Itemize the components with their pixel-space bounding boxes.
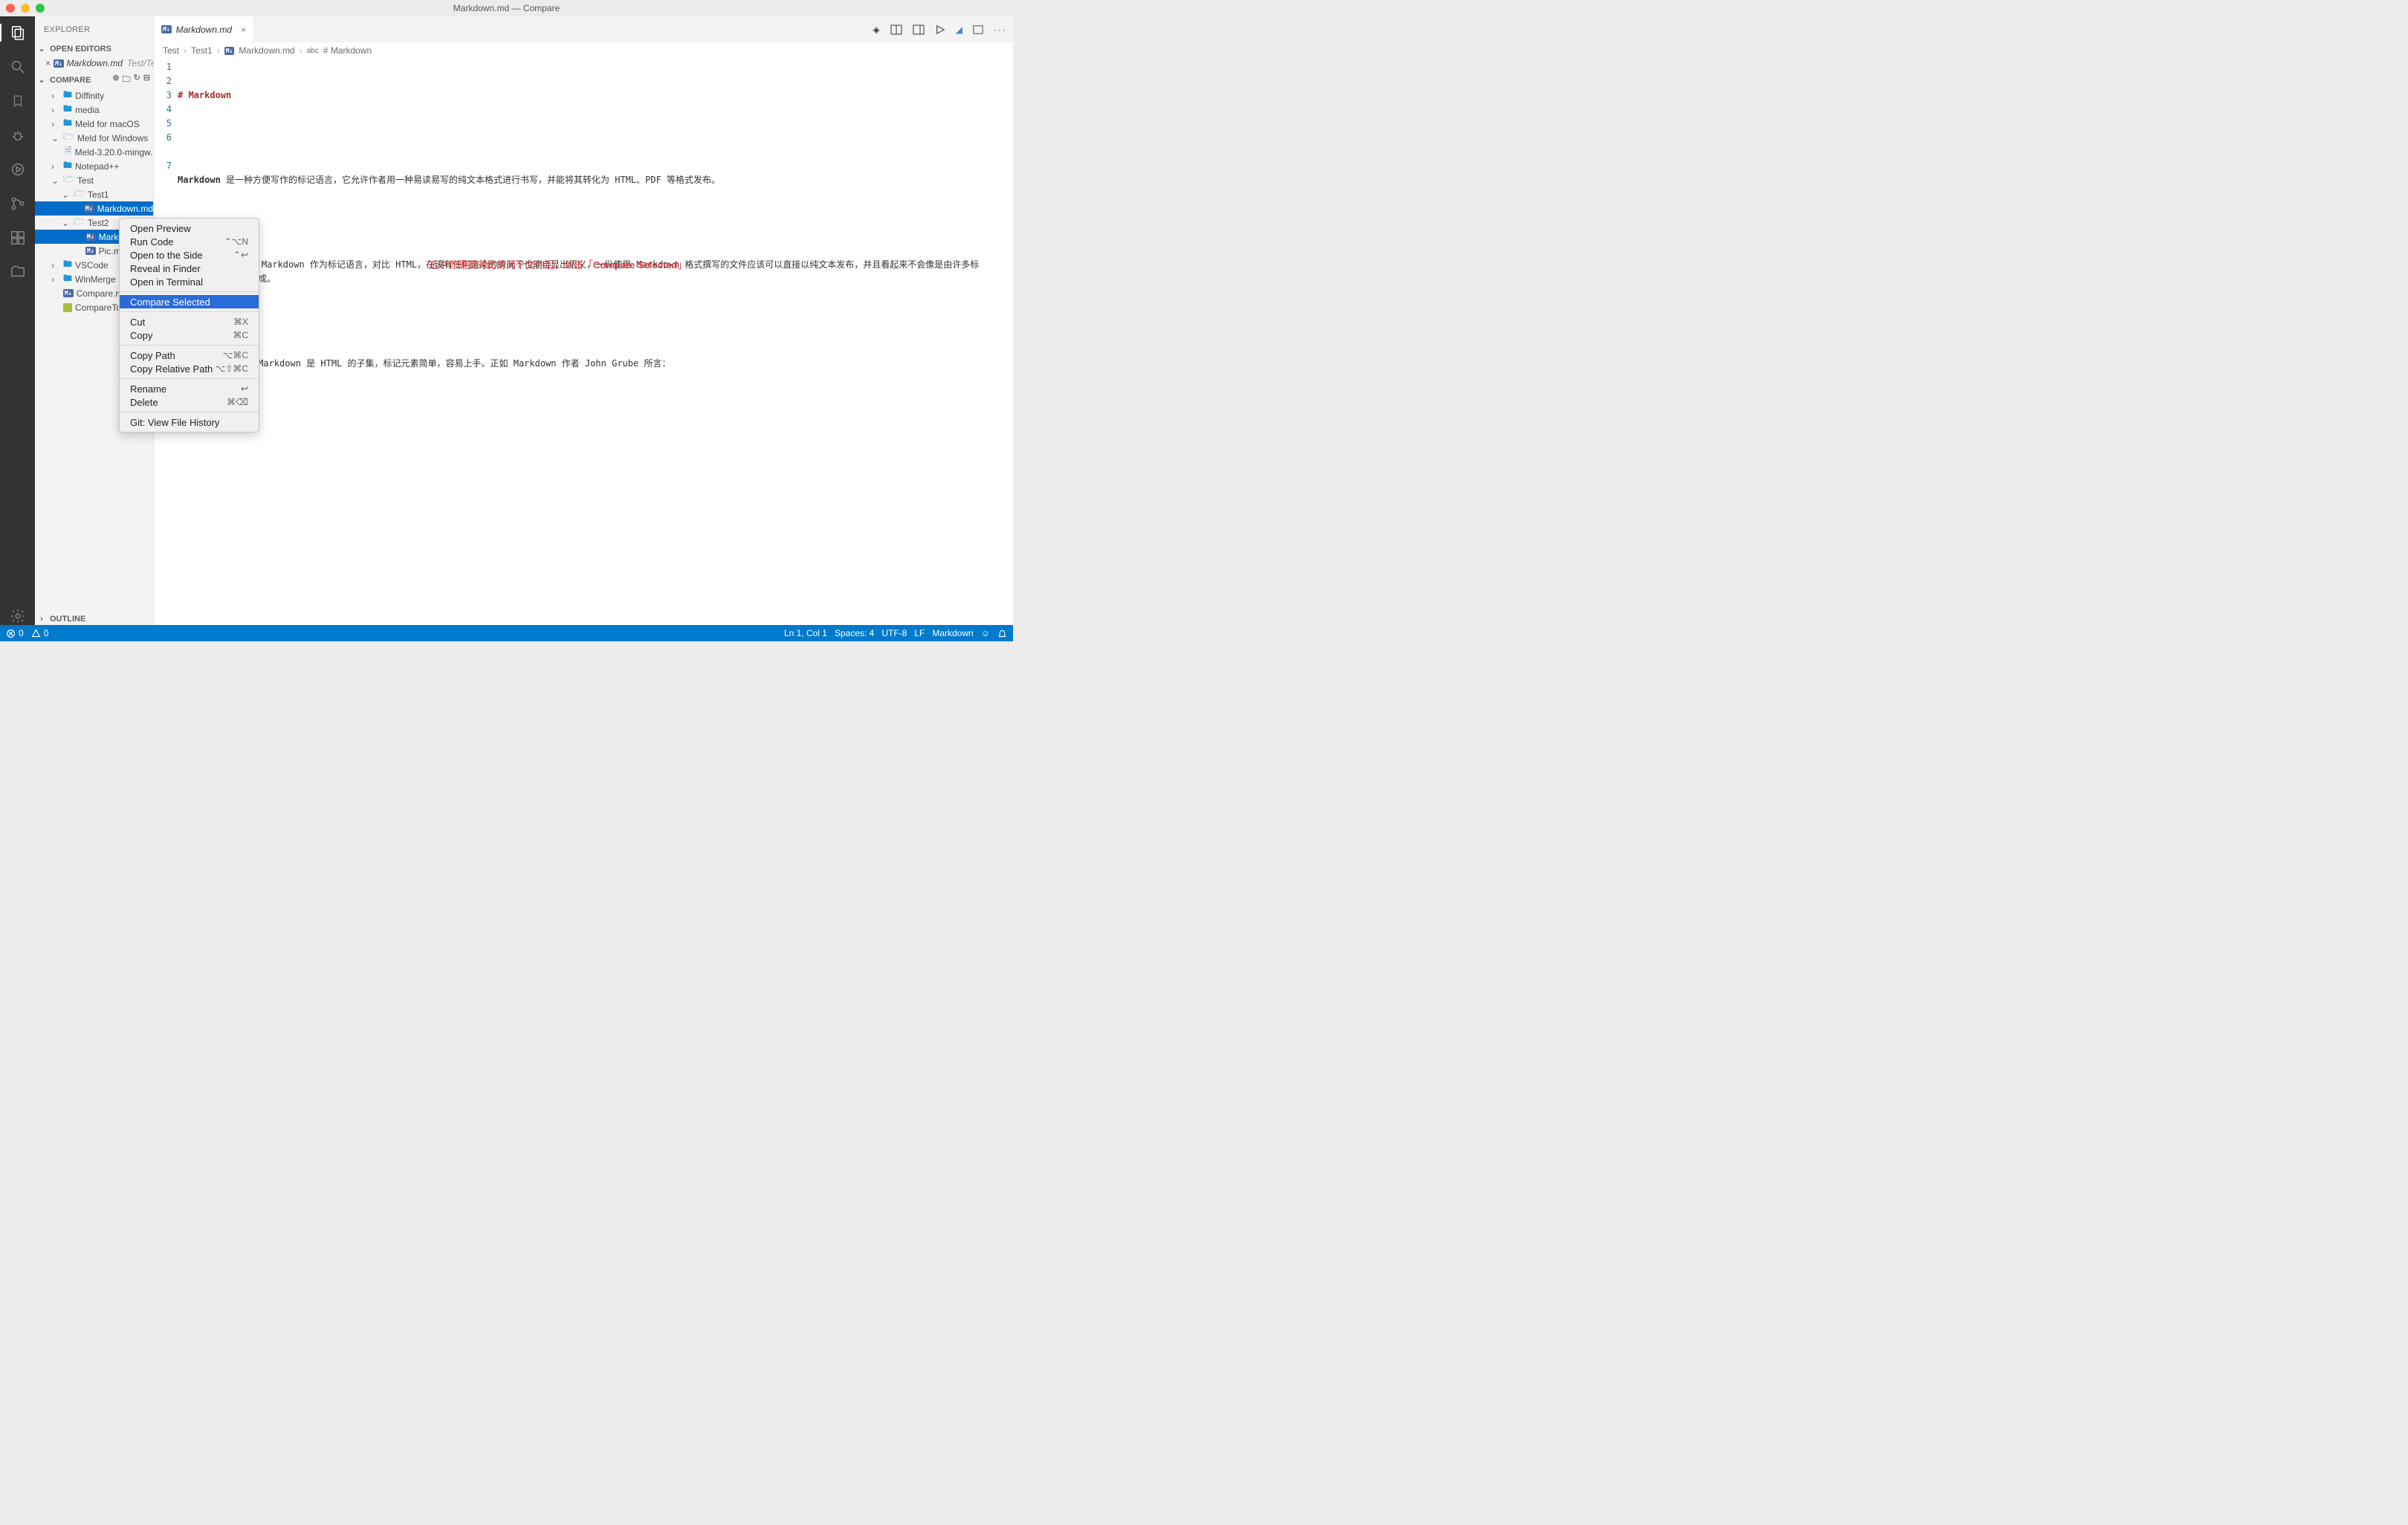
tree-file[interactable]: 🗎Meld-3.20.0-mingw.... (35, 145, 153, 159)
status-encoding[interactable]: UTF-8 (881, 628, 907, 638)
hologram-icon[interactable]: ◢ (956, 25, 962, 35)
folder-icon: 🖿 (63, 88, 72, 103)
ctx-open-to-side[interactable]: Open to the Side⌃↩ (120, 248, 259, 262)
scm-view-icon[interactable] (9, 195, 27, 213)
close-icon[interactable]: × (241, 25, 246, 35)
ctx-run-code[interactable]: Run Code⌃⌥N (120, 235, 259, 248)
compare-section[interactable]: ⌄ COMPARE ⊕ 🗀 ↻ ⊟ (35, 71, 153, 88)
tree-folder[interactable]: ›🖿media (35, 103, 153, 117)
ctx-reveal-in-finder[interactable]: Reveal in Finder (120, 262, 259, 275)
outline-section[interactable]: › OUTLINE (35, 613, 153, 625)
chevron-down-icon: ⌄ (36, 44, 47, 54)
markdown-file-icon: M↓ (85, 233, 96, 241)
chevron-down-icon: ⌄ (36, 75, 47, 85)
docker-view-icon[interactable] (9, 161, 27, 178)
tree-folder[interactable]: ›🖿Diffinity (35, 88, 153, 103)
separator (120, 345, 259, 346)
tab-bar: M↓ Markdown.md × ◈ ◢ ··· (154, 16, 1013, 42)
markdown-file-icon: M↓ (224, 47, 235, 55)
folder-icon: 🖿 (63, 158, 72, 174)
markdown-file-icon: M↓ (161, 25, 172, 33)
titlebar: Markdown.md — Compare (0, 0, 1013, 16)
code-editor[interactable]: 1 2 3 4 5 6 7 # Markdown Markdown Markdo… (154, 59, 1013, 625)
file-icon: 🗎 (65, 144, 72, 160)
bookmarks-view-icon[interactable] (9, 92, 27, 110)
debug-view-icon[interactable] (9, 126, 27, 144)
markdown-file-icon: M↓ (54, 59, 64, 68)
status-errors[interactable]: 0 (6, 628, 24, 638)
window-title: Markdown.md — Compare (0, 3, 1013, 13)
extensions-view-icon[interactable] (9, 229, 27, 247)
split-editor-icon[interactable] (913, 24, 925, 36)
editor-area: M↓ Markdown.md × ◈ ◢ ··· (154, 16, 1013, 625)
separator (120, 378, 259, 379)
status-warnings[interactable]: 0 (31, 628, 49, 638)
folder-open-icon: 🗁 (63, 130, 74, 146)
folder-icon: 🖿 (63, 102, 72, 117)
folder-open-icon: 🗁 (74, 215, 85, 230)
status-eol[interactable]: LF (914, 628, 925, 638)
plist-file-icon (63, 303, 72, 312)
layout-icon[interactable] (973, 25, 983, 35)
folder-icon: 🖿 (63, 116, 72, 132)
separator (120, 291, 259, 292)
status-bar: 0 0 Ln 1, Col 1 Spaces: 4 UTF-8 LF Markd… (0, 625, 1013, 641)
activity-bar (0, 16, 35, 625)
ctx-rename[interactable]: Rename↩ (120, 382, 259, 395)
context-menu: Open Preview Run Code⌃⌥N Open to the Sid… (119, 218, 259, 433)
status-feedback-icon[interactable]: ☺ (981, 628, 990, 638)
ctx-open-preview[interactable]: Open Preview (120, 221, 259, 235)
folder-open-icon: 🗁 (74, 187, 85, 202)
ctx-open-in-terminal[interactable]: Open in Terminal (120, 275, 259, 288)
tab-active[interactable]: M↓ Markdown.md × (154, 16, 254, 42)
ctx-copy[interactable]: Copy⌘C (120, 328, 259, 342)
close-icon[interactable]: × (45, 58, 51, 68)
ctx-copy-path[interactable]: Copy Path⌥⌘C (120, 349, 259, 362)
more-icon[interactable]: ··· (994, 25, 1007, 35)
tree-folder[interactable]: ⌄🗁Test1 (35, 187, 153, 201)
new-file-icon[interactable]: ⊕ (112, 73, 119, 87)
folder-icon: 🖿 (63, 257, 72, 273)
chevron-right-icon: › (36, 615, 47, 624)
ctx-compare-selected[interactable]: Compare Selected (120, 295, 259, 308)
status-language[interactable]: Markdown (932, 628, 973, 638)
open-editor-item[interactable]: × M↓ Markdown.md Test/Test1 (35, 55, 153, 71)
tree-file-selected[interactable]: M↓Markdown.md (35, 201, 153, 216)
folder-open-icon: 🗁 (63, 172, 74, 188)
sidebar-title: EXPLORER (35, 16, 153, 42)
markdown-file-icon: M↓ (63, 289, 74, 297)
folder-icon: 🖿 (63, 271, 72, 287)
files-view-icon[interactable] (9, 263, 27, 281)
markdown-file-icon: M↓ (84, 204, 94, 213)
new-folder-icon[interactable]: 🗀 (123, 73, 131, 87)
ctx-delete[interactable]: Delete⌘⌫ (120, 395, 259, 409)
settings-gear-icon[interactable] (9, 607, 27, 625)
code-content[interactable]: # Markdown Markdown Markdown 是一种方便写作的标记语… (178, 59, 1013, 625)
tree-folder[interactable]: ⌄🗁Test (35, 173, 153, 187)
open-editors-section[interactable]: ⌄ OPEN EDITORS (35, 42, 153, 55)
tree-folder[interactable]: ›🖿Notepad++ (35, 159, 153, 173)
symbol-icon: abc (307, 47, 319, 55)
separator (120, 311, 259, 312)
status-spaces[interactable]: Spaces: 4 (835, 628, 874, 638)
run-icon[interactable] (935, 25, 945, 35)
ctx-cut[interactable]: Cut⌘X (120, 315, 259, 328)
status-cursor-pos[interactable]: Ln 1, Col 1 (784, 628, 827, 638)
collapse-all-icon[interactable]: ⊟ (143, 73, 150, 87)
tree-folder[interactable]: ›🖿Meld for macOS (35, 117, 153, 131)
refresh-icon[interactable]: ↻ (134, 73, 140, 87)
tree-folder[interactable]: ⌄🗁Meld for Windows (35, 131, 153, 145)
prettier-icon[interactable]: ◈ (873, 25, 880, 35)
markdown-file-icon: M↓ (85, 247, 96, 255)
annotation-text: 选中你需要对比的两个文件后，单击「Compare Selected」 (429, 257, 687, 271)
preview-side-icon[interactable] (890, 24, 902, 36)
ctx-git-history[interactable]: Git: View File History (120, 415, 259, 429)
ctx-copy-relative-path[interactable]: Copy Relative Path⌥⇧⌘C (120, 362, 259, 375)
explorer-view-icon[interactable] (9, 24, 27, 42)
breadcrumbs[interactable]: Test› Test1› M↓ Markdown.md› abc # Markd… (154, 42, 1013, 59)
search-view-icon[interactable] (9, 58, 27, 76)
status-bell-icon[interactable] (997, 629, 1007, 638)
